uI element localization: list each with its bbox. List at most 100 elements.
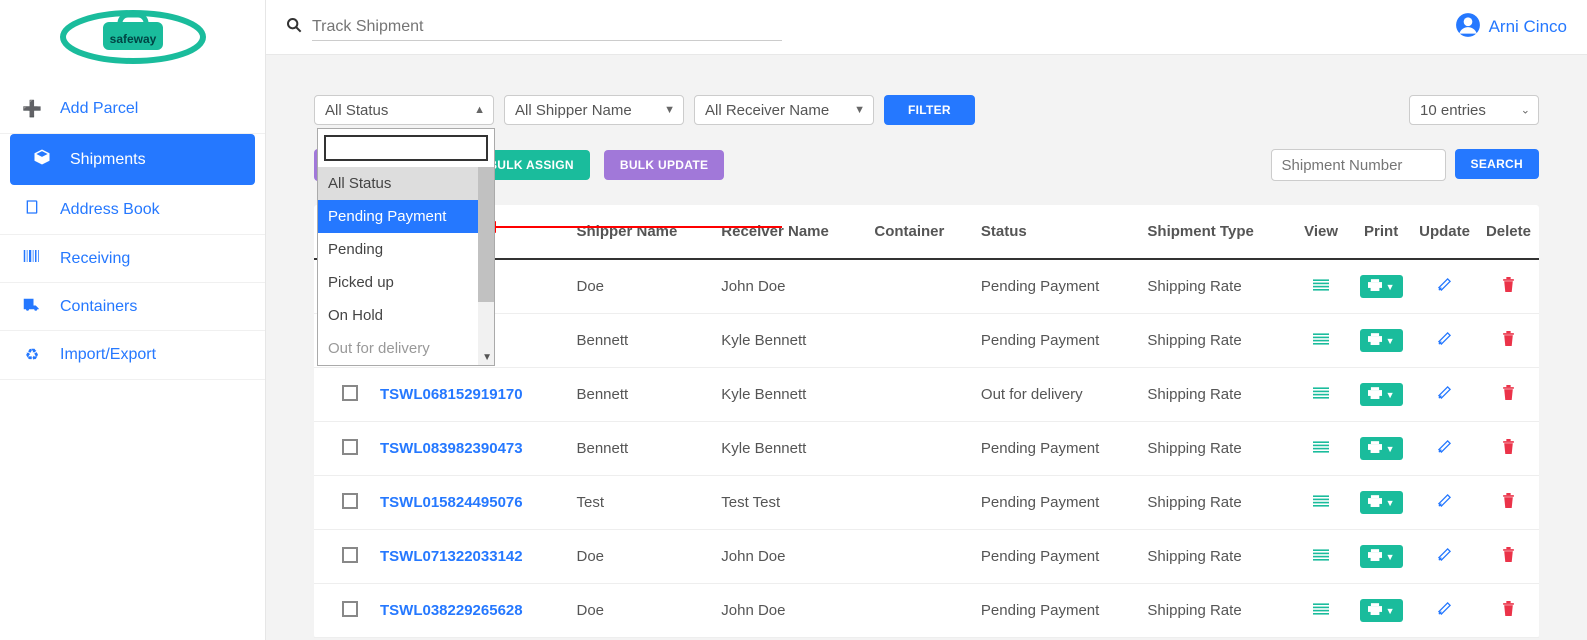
edit-icon[interactable]	[1437, 603, 1452, 620]
col-container[interactable]: Container	[866, 205, 973, 259]
col-view: View	[1291, 205, 1351, 259]
edit-icon[interactable]	[1437, 495, 1452, 512]
dropdown-option[interactable]: Picked up	[318, 266, 494, 299]
track-search	[286, 14, 782, 41]
print-button[interactable]: ▼	[1360, 545, 1403, 568]
header: Arni Cinco	[266, 0, 1587, 55]
print-icon	[1368, 279, 1382, 294]
filter-button[interactable]: FILTER	[884, 95, 975, 125]
shipment-number-input[interactable]	[1271, 149, 1446, 181]
btn-label: BULK ASSIGN	[488, 158, 574, 172]
entries-select[interactable]: 10 entries ⌄	[1409, 95, 1539, 125]
trash-icon[interactable]	[1502, 279, 1515, 296]
truck-icon	[22, 297, 42, 316]
nav-label: Address Book	[60, 201, 160, 219]
cell-type: Shipping Rate	[1139, 422, 1291, 476]
shipment-number-link[interactable]: TSWL015824495076	[372, 476, 568, 530]
print-button[interactable]: ▼	[1360, 491, 1403, 514]
nav-shipments[interactable]: Shipments	[10, 134, 255, 185]
track-input[interactable]	[312, 14, 782, 41]
shipment-number-link[interactable]: TSWL068152919170	[372, 368, 568, 422]
edit-icon[interactable]	[1437, 549, 1452, 566]
view-icon[interactable]	[1313, 386, 1329, 403]
dropdown-option[interactable]: On Hold	[318, 299, 494, 332]
print-button[interactable]: ▼	[1360, 437, 1403, 460]
print-button[interactable]: ▼	[1360, 383, 1403, 406]
trash-icon[interactable]	[1502, 603, 1515, 620]
logo: safeway	[0, 0, 265, 75]
col-receiver[interactable]: Receiver Name	[713, 205, 866, 259]
view-icon[interactable]	[1313, 494, 1329, 511]
cell-receiver: John Doe	[713, 584, 866, 638]
cell-shipper: Doe	[568, 259, 713, 314]
print-icon	[1368, 387, 1382, 402]
nav-receiving[interactable]: Receiving	[0, 235, 265, 283]
row-checkbox[interactable]	[342, 439, 358, 455]
chevron-down-icon: ⌄	[1521, 104, 1530, 117]
trash-icon[interactable]	[1502, 549, 1515, 566]
bulk-update-button[interactable]: BULK UPDATE	[604, 150, 724, 180]
edit-icon[interactable]	[1437, 441, 1452, 458]
edit-icon[interactable]	[1437, 333, 1452, 350]
cell-receiver: Kyle Bennett	[713, 314, 866, 368]
trash-icon[interactable]	[1502, 441, 1515, 458]
nav-address-book[interactable]: Address Book	[0, 185, 265, 235]
dropdown-option[interactable]: All Status	[318, 167, 494, 200]
col-status[interactable]: Status	[973, 205, 1140, 259]
col-type[interactable]: Shipment Type	[1139, 205, 1291, 259]
view-icon[interactable]	[1313, 440, 1329, 457]
dropdown-search-input[interactable]	[324, 135, 488, 161]
col-shipper[interactable]: Shipper Name	[568, 205, 713, 259]
view-icon[interactable]	[1313, 332, 1329, 349]
user-menu[interactable]: Arni Cinco	[1455, 12, 1567, 43]
status-select[interactable]: All Status ▲	[314, 95, 494, 125]
trash-icon[interactable]	[1502, 387, 1515, 404]
view-icon[interactable]	[1313, 278, 1329, 295]
trash-icon[interactable]	[1502, 333, 1515, 350]
nav-label: Import/Export	[60, 346, 156, 364]
table-row: TSWL038229265628DoeJohn DoePending Payme…	[314, 584, 1539, 638]
cell-receiver: John Doe	[713, 259, 866, 314]
row-checkbox[interactable]	[342, 547, 358, 563]
cell-type: Shipping Rate	[1139, 476, 1291, 530]
dropdown-option[interactable]: Pending Payment	[318, 200, 494, 233]
col-delete: Delete	[1478, 205, 1539, 259]
cell-status: Pending Payment	[973, 422, 1140, 476]
search-button[interactable]: SEARCH	[1455, 149, 1539, 179]
nav-containers[interactable]: Containers	[0, 283, 265, 331]
view-icon[interactable]	[1313, 548, 1329, 565]
nav-label: Containers	[60, 298, 137, 316]
dropdown-option[interactable]: Out for delivery	[318, 332, 494, 365]
row-checkbox[interactable]	[342, 601, 358, 617]
edit-icon[interactable]	[1437, 279, 1452, 296]
user-name: Arni Cinco	[1489, 17, 1567, 37]
shipper-select[interactable]: All Shipper Name ▼	[504, 95, 684, 125]
caret-down-icon: ▼	[1386, 498, 1395, 508]
cell-container	[866, 368, 973, 422]
receiver-select[interactable]: All Receiver Name ▼	[694, 95, 874, 125]
edit-icon[interactable]	[1437, 387, 1452, 404]
print-icon	[1368, 495, 1382, 510]
shipment-number-link[interactable]: TSWL083982390473	[372, 422, 568, 476]
cell-container	[866, 314, 973, 368]
print-button[interactable]: ▼	[1360, 275, 1403, 298]
shipment-number-link[interactable]: TSWL071322033142	[372, 530, 568, 584]
print-button[interactable]: ▼	[1360, 329, 1403, 352]
dropdown-scrollbar[interactable]: ▼	[478, 167, 494, 365]
row-checkbox[interactable]	[342, 493, 358, 509]
cell-container	[866, 422, 973, 476]
view-icon[interactable]	[1313, 602, 1329, 619]
nav-import-export[interactable]: ♻ Import/Export	[0, 331, 265, 380]
nav-label: Add Parcel	[60, 100, 138, 118]
caret-down-icon: ▼	[1386, 390, 1395, 400]
row-checkbox[interactable]	[342, 385, 358, 401]
caret-down-icon: ▼	[664, 104, 675, 116]
trash-icon[interactable]	[1502, 495, 1515, 512]
dropdown-option[interactable]: Pending	[318, 233, 494, 266]
nav-add-parcel[interactable]: ➕ Add Parcel	[0, 85, 265, 134]
scrollbar-thumb[interactable]	[478, 167, 494, 302]
shipment-number-link[interactable]: TSWL038229265628	[372, 584, 568, 638]
shipments-table: Number Shipper Name Receiver Name Contai…	[314, 205, 1539, 638]
print-button[interactable]: ▼	[1360, 599, 1403, 622]
print-icon	[1368, 333, 1382, 348]
